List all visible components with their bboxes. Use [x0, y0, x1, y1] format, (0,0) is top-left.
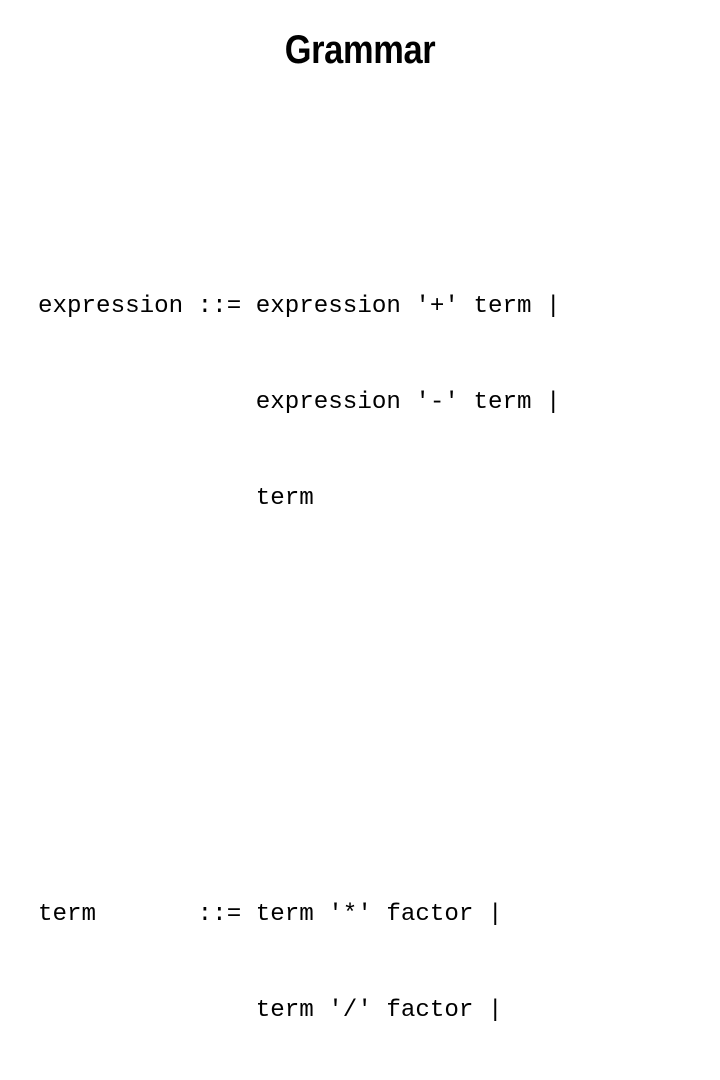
grammar-definition-block: expression ::= expression '+' term | exp…: [38, 99, 688, 1080]
rule-continuation-line: term '/' factor |: [38, 997, 503, 1024]
rule-continuation-line: expression '-' term |: [38, 389, 561, 416]
rule-header-line: term ::= term '*' factor |: [38, 901, 503, 928]
grammar-rule-term: term ::= term '*' factor | term '/' fact…: [38, 835, 688, 1080]
page-title: Grammar: [284, 28, 436, 72]
rule-separator: [38, 675, 688, 707]
rule-continuation-line: term: [38, 485, 314, 512]
rule-header-line: expression ::= expression '+' term |: [38, 293, 561, 320]
slide-canvas: Grammar expression ::= expression '+' te…: [0, 0, 720, 1024]
grammar-rule-expression: expression ::= expression '+' term | exp…: [38, 227, 688, 579]
